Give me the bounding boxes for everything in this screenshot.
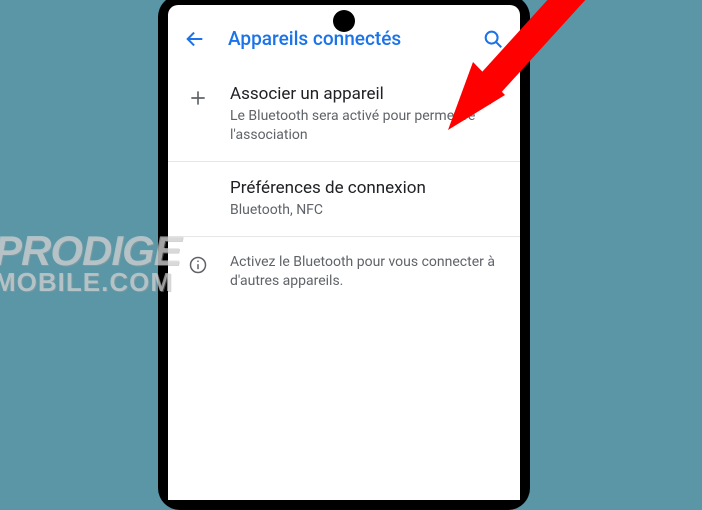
row-pair-title: Associer un appareil (230, 84, 502, 104)
phone-screen: Appareils connectés Associer un appareil… (168, 5, 520, 500)
camera-notch (333, 10, 355, 32)
plus-icon-wrap (186, 88, 210, 108)
row-prefs-text: Préférences de connexion Bluetooth, NFC (230, 178, 502, 220)
plus-icon (188, 88, 208, 108)
info-text: Activez le Bluetooth pour vous connecter… (230, 253, 502, 292)
row-pair-device[interactable]: Associer un appareil Le Bluetooth sera a… (168, 68, 520, 162)
watermark: PRODIGE MOBILE.COM (0, 232, 181, 295)
info-row: Activez le Bluetooth pour vous connecter… (168, 237, 520, 308)
back-button[interactable] (184, 28, 206, 50)
watermark-line1: PRODIGE (0, 232, 181, 271)
row-pair-subtitle: Le Bluetooth sera activé pour permettre … (230, 107, 502, 145)
phone-frame: Appareils connectés Associer un appareil… (158, 0, 530, 510)
row-connection-prefs[interactable]: Préférences de connexion Bluetooth, NFC (168, 162, 520, 237)
info-icon-wrap (186, 255, 210, 275)
info-icon (188, 255, 208, 275)
arrow-left-icon (184, 28, 206, 50)
row-prefs-subtitle: Bluetooth, NFC (230, 201, 502, 220)
row-prefs-title: Préférences de connexion (230, 178, 502, 198)
search-button[interactable] (482, 28, 504, 50)
row-pair-text: Associer un appareil Le Bluetooth sera a… (230, 84, 502, 145)
search-icon (482, 28, 504, 50)
watermark-line2: MOBILE.COM (0, 271, 181, 295)
